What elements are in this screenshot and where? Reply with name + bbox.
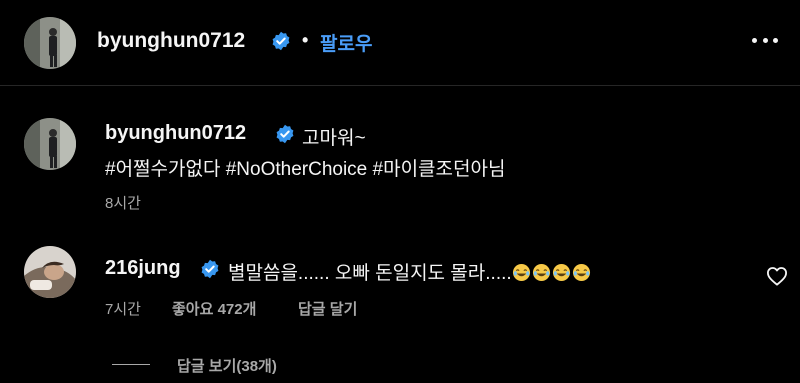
commenter-avatar[interactable] [24, 246, 76, 298]
comment-likes[interactable]: 좋아요 472개 [172, 298, 256, 319]
caption-timestamp[interactable]: 8시간 [105, 192, 141, 213]
caption-avatar[interactable] [24, 118, 76, 170]
view-replies-button[interactable]: 답글 보기(38개) [177, 355, 277, 376]
follow-button[interactable]: 팔로우 [320, 29, 372, 56]
reply-button[interactable]: 답글 달기 [298, 298, 357, 319]
post-header: byunghun0712 • 팔로우 [0, 0, 800, 86]
heart-outline-icon[interactable] [766, 266, 788, 286]
verified-badge-icon [276, 124, 294, 144]
verified-badge-icon [272, 31, 290, 51]
comment-text: 별말씀을...... 오빠 돈일지도 몰라.....😂😂😂😂 [228, 258, 592, 285]
tears-of-joy-emoji-icon [572, 263, 590, 282]
separator-dot: • [302, 30, 309, 50]
caption-username[interactable]: byunghun0712 [105, 122, 246, 145]
tears-of-joy-emoji-icon [532, 263, 550, 282]
comment-username[interactable]: 216jung [105, 257, 181, 280]
caption-hashtags[interactable]: #어쩔수가없다 #NoOtherChoice #마이클조던아님 [105, 154, 505, 181]
tears-of-joy-emoji-icon [512, 263, 530, 282]
comment-timestamp[interactable]: 7시간 [105, 298, 141, 319]
avatar[interactable] [24, 17, 76, 69]
comment-body: 별말씀을...... 오빠 돈일지도 몰라..... [228, 263, 512, 284]
header-username[interactable]: byunghun0712 [97, 29, 245, 53]
verified-badge-icon [201, 259, 219, 279]
replies-divider [112, 364, 150, 365]
caption-text-line1: 고마워~ [302, 128, 366, 149]
tears-of-joy-emoji-icon [552, 263, 570, 282]
more-options-icon[interactable] [752, 36, 778, 44]
